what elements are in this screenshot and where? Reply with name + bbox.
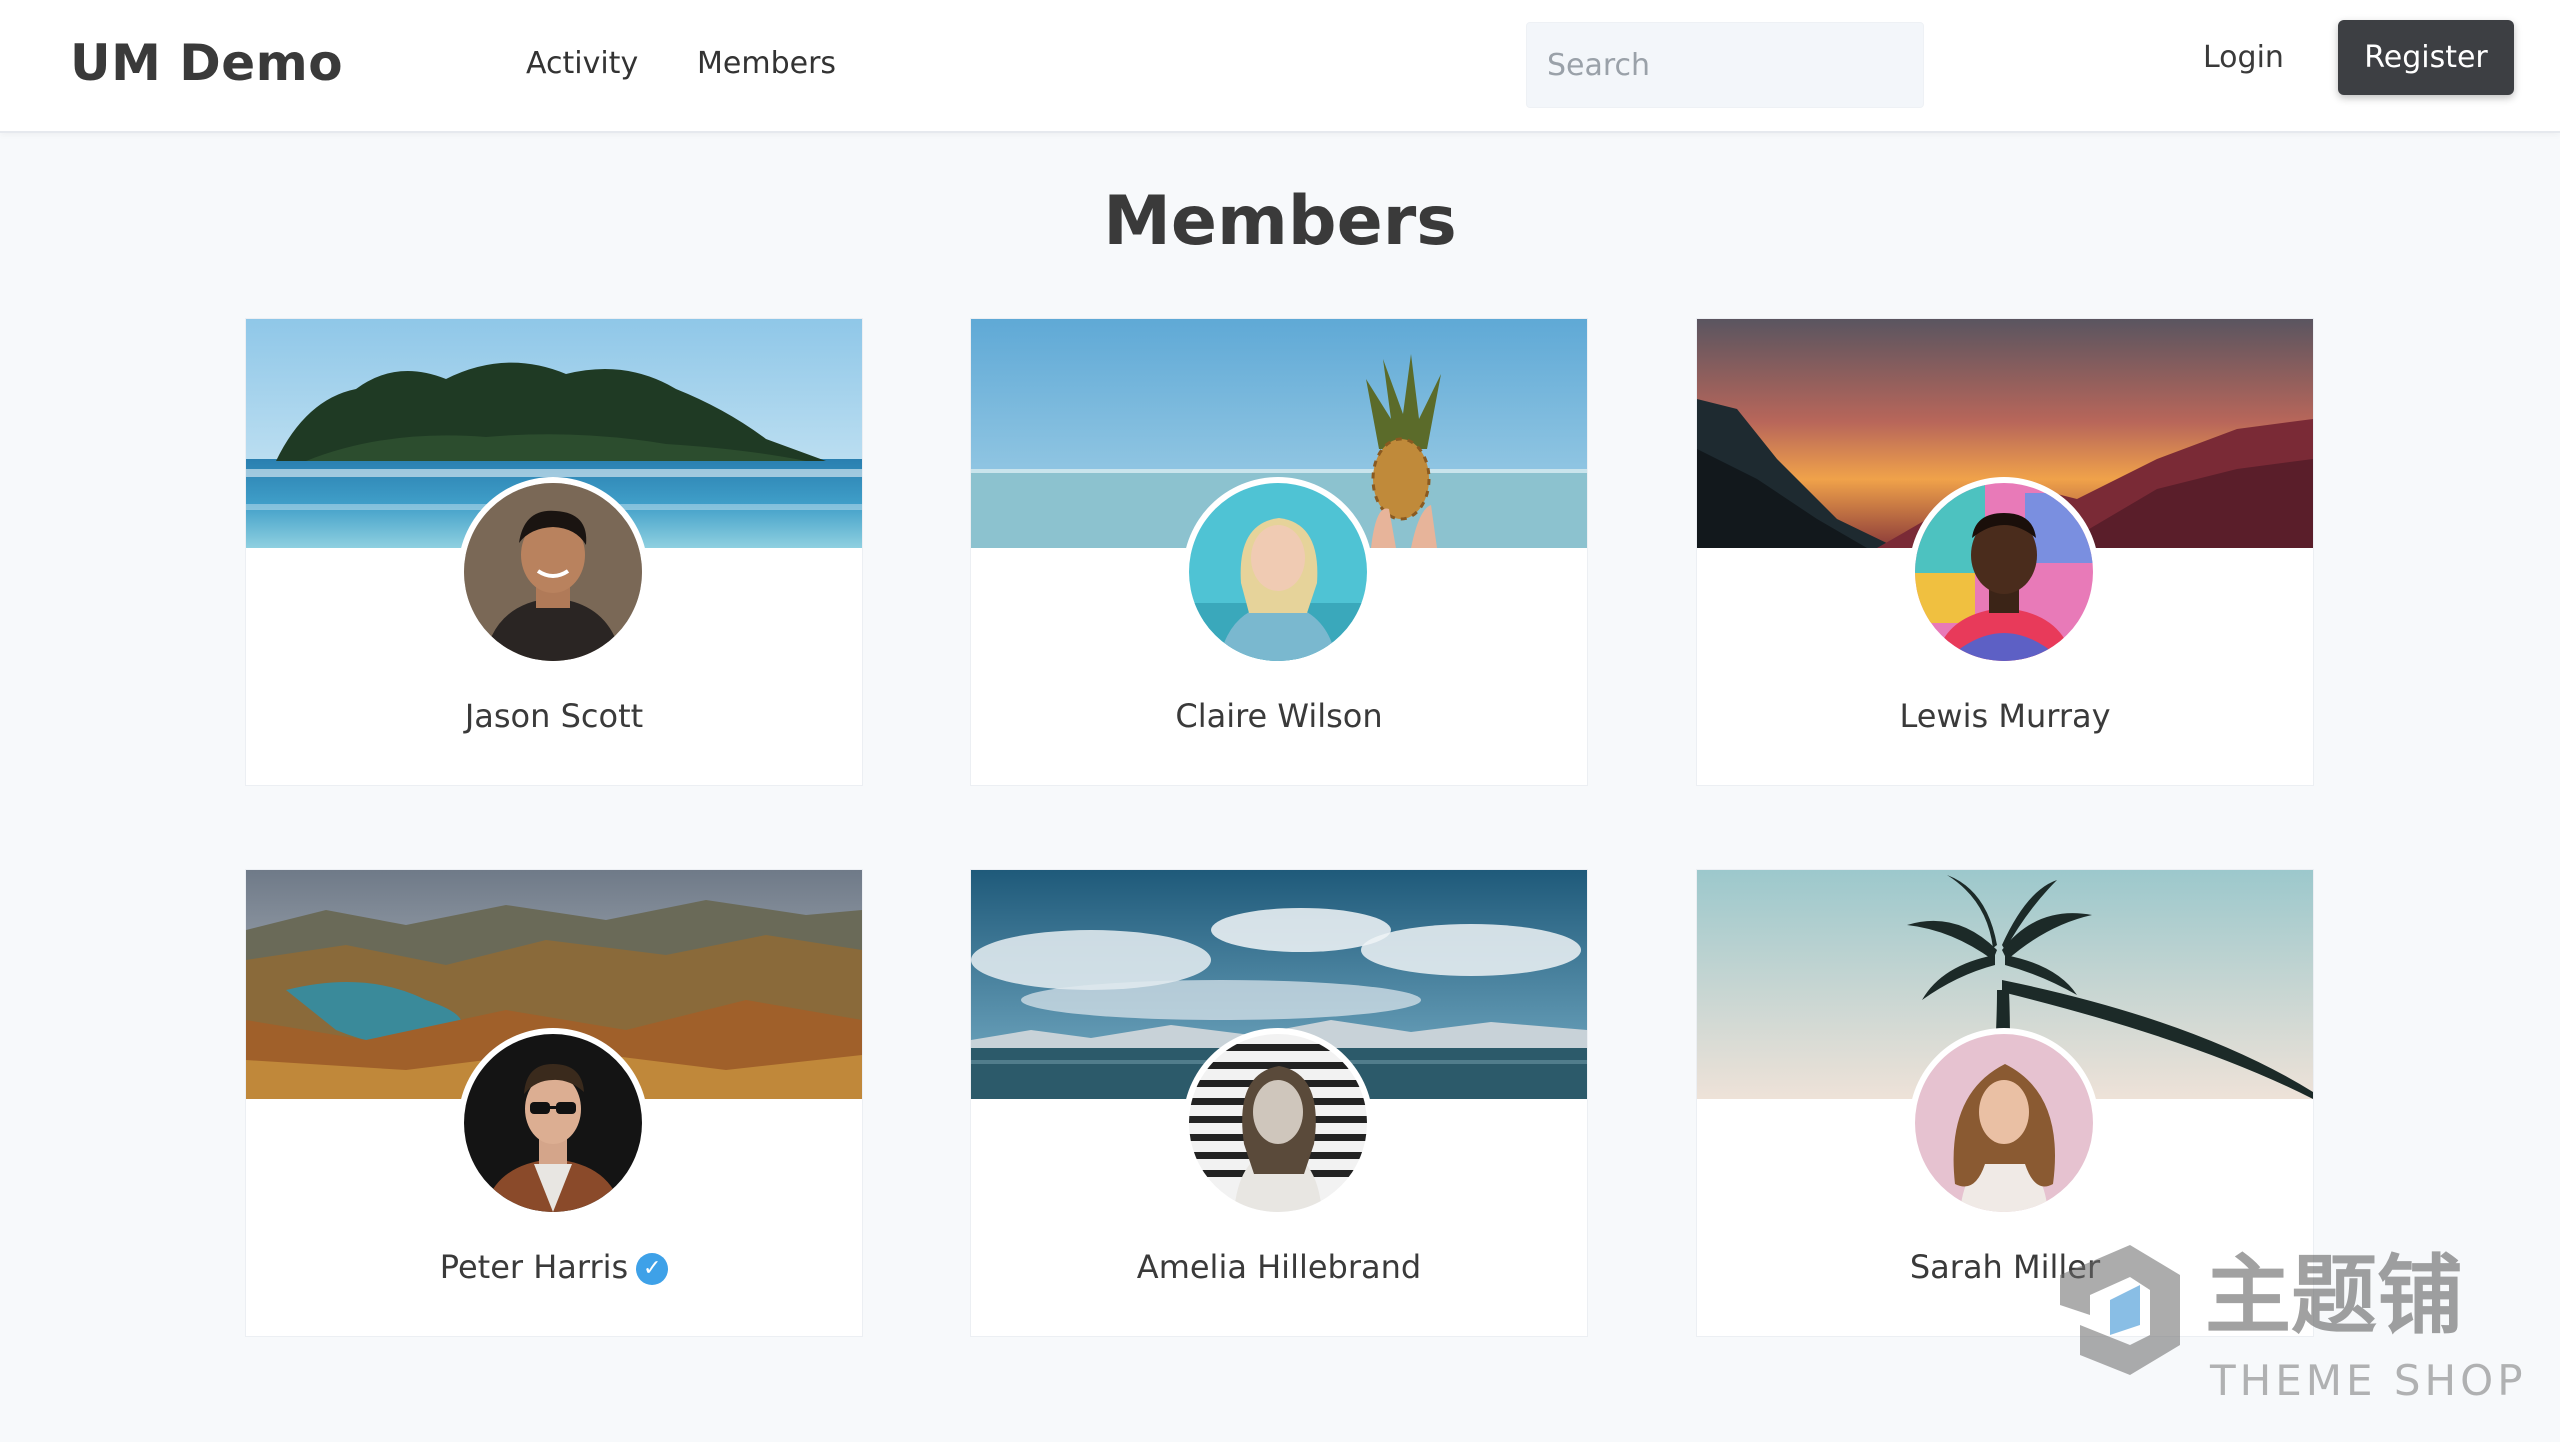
member-name[interactable]: Claire Wilson <box>971 697 1587 735</box>
member-card-jason-scott[interactable]: Jason Scott <box>245 318 863 786</box>
member-avatar[interactable] <box>1909 477 2099 667</box>
member-avatar[interactable] <box>458 477 648 667</box>
member-card-peter-harris[interactable]: Peter Harris ✓ <box>245 869 863 1337</box>
login-link[interactable]: Login <box>2203 40 2284 75</box>
member-card-lewis-murray[interactable]: Lewis Murray <box>1696 318 2314 786</box>
member-name-text[interactable]: Peter Harris <box>440 1248 628 1286</box>
member-avatar[interactable] <box>1183 477 1373 667</box>
member-card-claire-wilson[interactable]: Claire Wilson <box>970 318 1588 786</box>
member-avatar[interactable] <box>458 1028 648 1218</box>
member-name[interactable]: Peter Harris ✓ <box>246 1248 862 1286</box>
member-name-text[interactable]: Amelia Hillebrand <box>1137 1248 1421 1286</box>
register-button[interactable]: Register <box>2338 20 2514 95</box>
member-name[interactable]: Amelia Hillebrand <box>971 1248 1587 1286</box>
watermark-logo-text: 主题铺 <box>2205 1246 2463 1346</box>
nav-members-link[interactable]: Members <box>697 46 836 81</box>
member-name-text[interactable]: Claire Wilson <box>1175 697 1382 735</box>
page-title: Members <box>1103 182 1457 261</box>
theme-shop-watermark: 主题铺 THEME SHOP <box>2020 1215 2540 1415</box>
member-name[interactable]: Lewis Murray <box>1697 697 2313 735</box>
search-input[interactable] <box>1526 22 1924 108</box>
nav-activity-link[interactable]: Activity <box>526 46 638 81</box>
member-card-amelia-hillebrand[interactable]: Amelia Hillebrand <box>970 869 1588 1337</box>
member-name-text[interactable]: Lewis Murray <box>1899 697 2110 735</box>
member-name[interactable]: Jason Scott <box>246 697 862 735</box>
verified-badge-icon: ✓ <box>636 1253 669 1285</box>
member-avatar[interactable] <box>1183 1028 1373 1218</box>
watermark-sub-text: THEME SHOP <box>2209 1356 2527 1405</box>
member-avatar[interactable] <box>1909 1028 2099 1218</box>
brand-logo[interactable]: UM Demo <box>70 34 343 92</box>
top-navbar: UM Demo Activity Members Login Register <box>0 0 2560 133</box>
member-name-text[interactable]: Jason Scott <box>465 697 643 735</box>
